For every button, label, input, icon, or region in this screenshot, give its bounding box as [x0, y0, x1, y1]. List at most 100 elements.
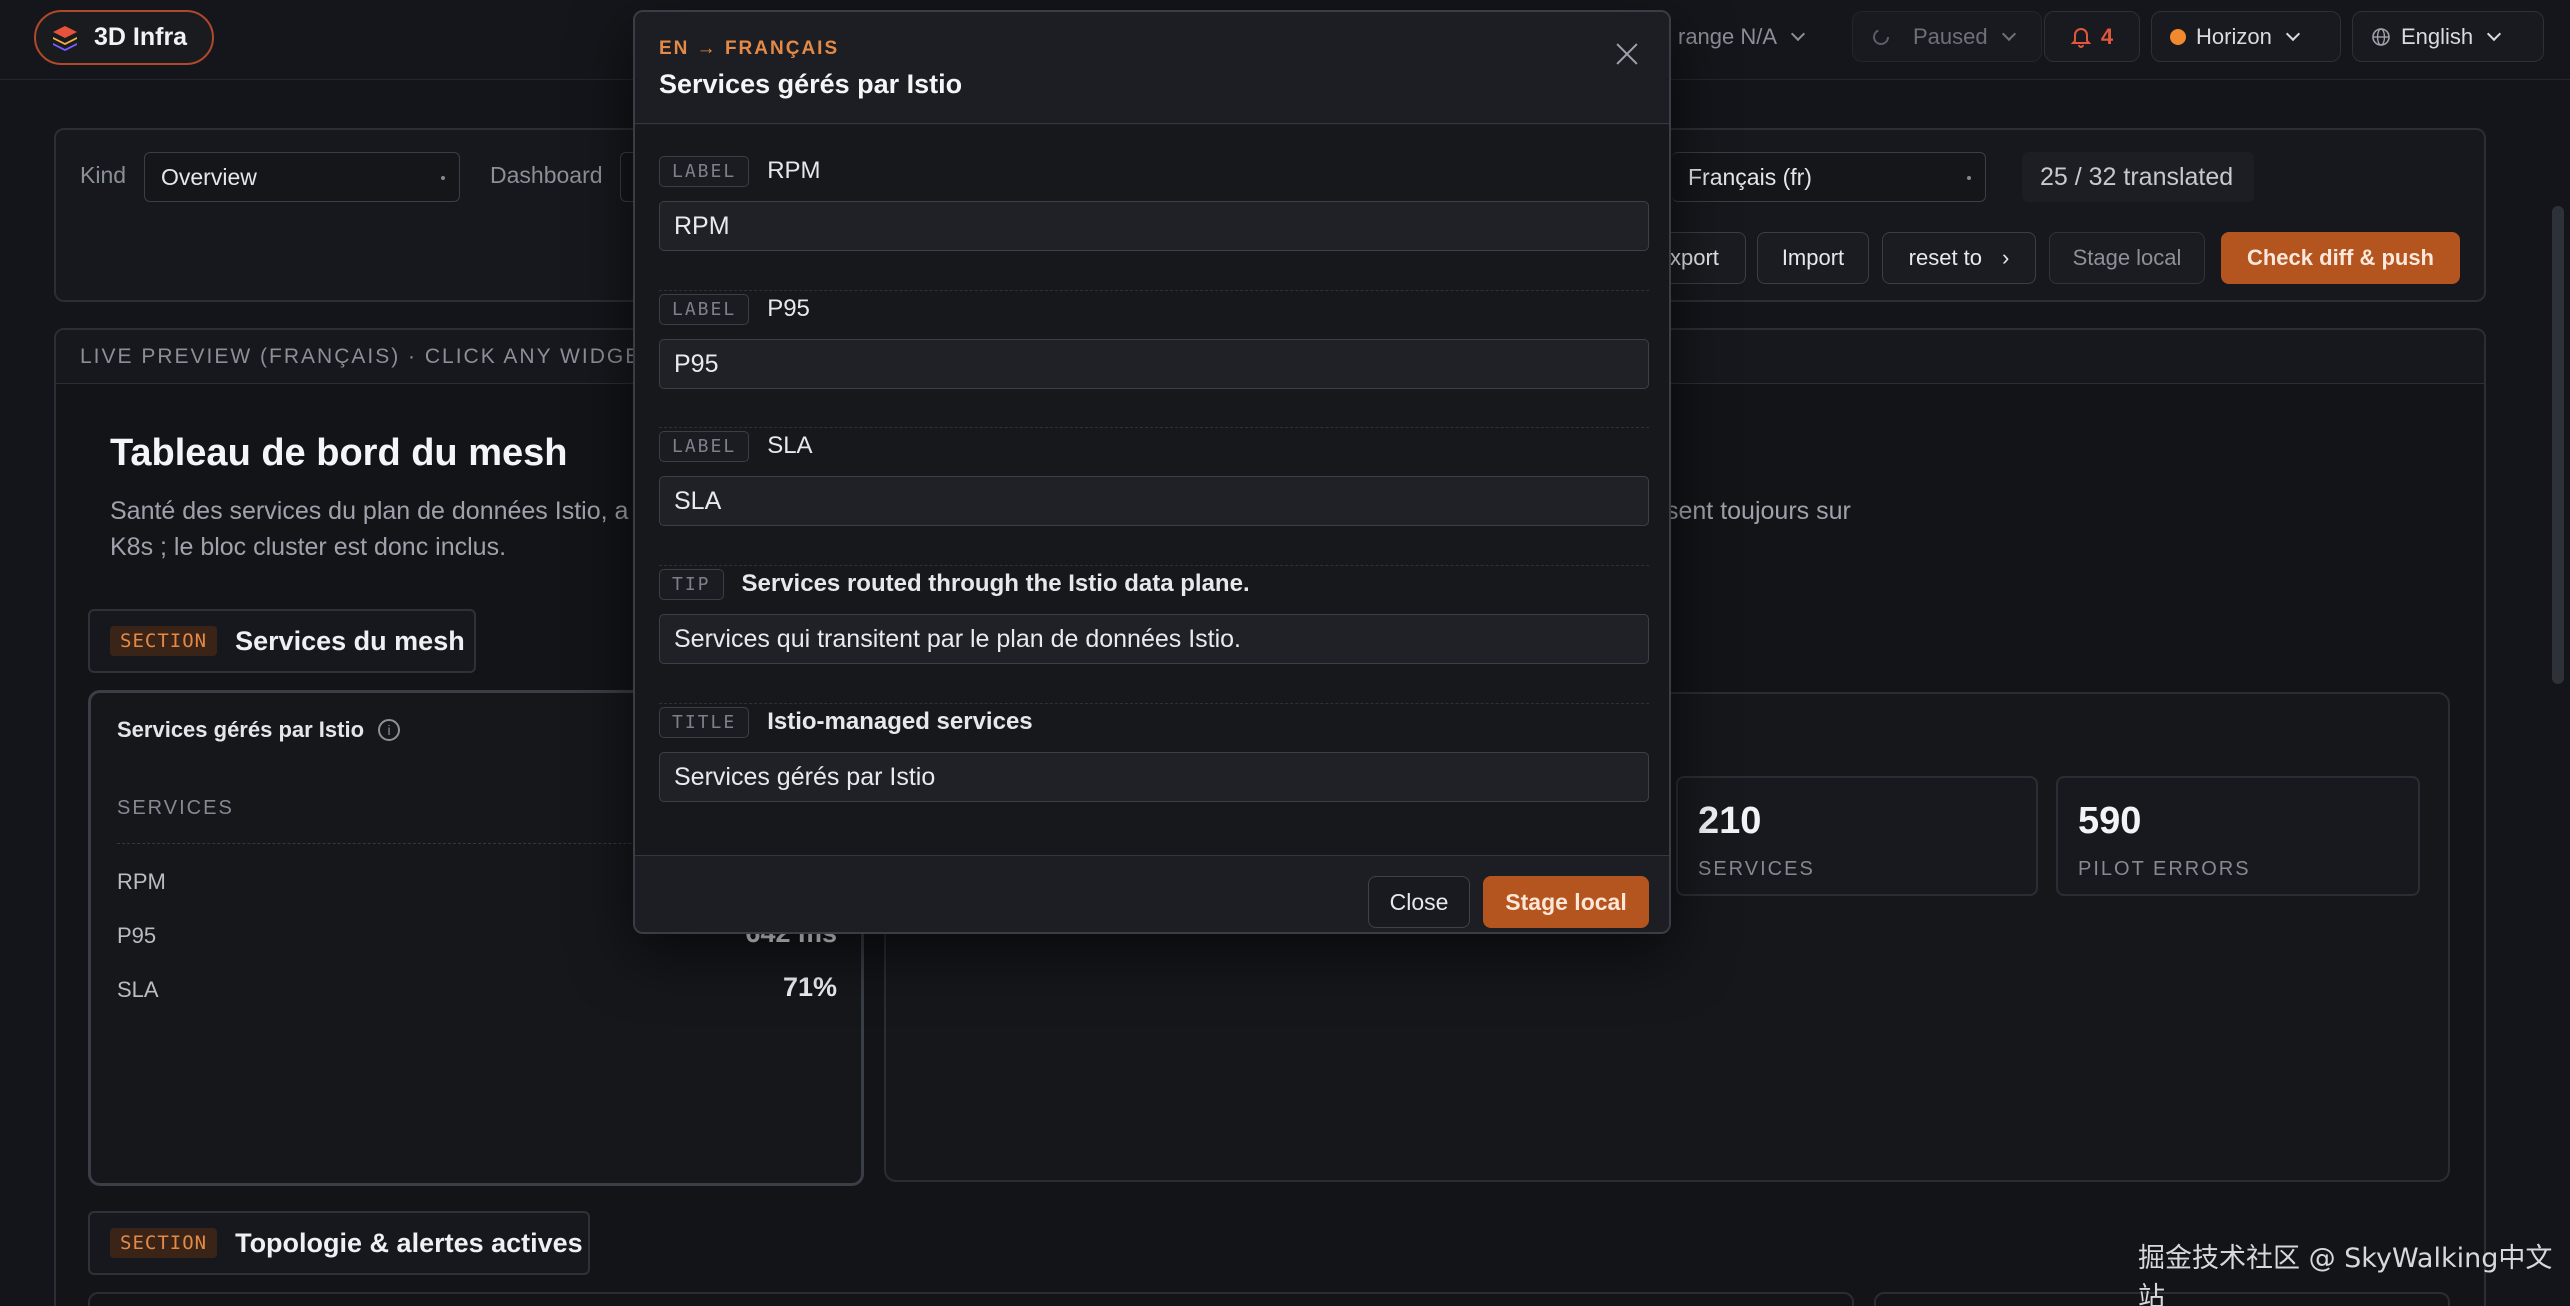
description-line1: Santé des services du plan de données Is… [110, 497, 629, 525]
stage-local-label: Stage local [1505, 888, 1627, 915]
metric-value-sla: 71% [782, 972, 837, 1002]
dashboard-label: Dashboard [490, 162, 603, 188]
import-button[interactable]: Import [1757, 232, 1869, 284]
bell-icon [2070, 27, 2091, 48]
paused-label: Paused [1913, 23, 1988, 49]
reset-label: reset to [1908, 245, 1983, 270]
field-type-chip: LABEL [659, 293, 750, 325]
refresh-toggle[interactable]: Paused [1852, 11, 2042, 62]
dialog-footer: Close Stage local [635, 855, 1669, 932]
stage-local-button[interactable]: Stage local [2049, 232, 2205, 284]
stat-caption: SERVICES [1698, 858, 1815, 880]
field-p95: LABEL P95 P95 [659, 291, 1649, 389]
close-button[interactable]: Close [1368, 876, 1470, 928]
export-label: xport [1670, 245, 1719, 270]
translated-count: 25 / 32 translated [2040, 162, 2234, 191]
field-title: TITLE Istio-managed services Services gér… [659, 704, 1649, 802]
select-dot-icon [1967, 176, 1971, 180]
stat-caption: PILOT ERRORS [2078, 858, 2251, 880]
layer-value: Horizon [2196, 23, 2272, 49]
description-line1-end: sent toujours sur [1666, 497, 1851, 525]
page-scrollbar[interactable] [2552, 206, 2564, 684]
section-topology-alerts[interactable]: SECTION Topologie & alertes actives [88, 1211, 590, 1275]
stack-logo-icon [53, 25, 77, 51]
alert-count: 4 [2100, 23, 2114, 49]
chevron-down-icon [2001, 26, 2016, 41]
stage-local-label: Stage local [2072, 245, 2182, 270]
brand-name: 3D Infra [94, 23, 188, 51]
field-source: P95 [767, 295, 810, 322]
field-type-chip: TIP [659, 568, 724, 600]
chevron-right-icon: › [2002, 245, 2010, 270]
target-language-value: Français (fr) [1688, 163, 1812, 190]
reset-to-button[interactable]: reset to › [1882, 232, 2036, 284]
kind-select[interactable]: Overview [144, 152, 460, 202]
status-dot [2170, 28, 2186, 45]
translation-input[interactable]: Services gérés par Istio [659, 752, 1649, 802]
field-type-chip: TITLE [659, 706, 750, 738]
field-rpm: LABEL RPM RPM [659, 153, 1649, 251]
language-select[interactable]: English [2352, 11, 2544, 62]
close-label: Close [1389, 888, 1449, 915]
translation-input[interactable]: RPM [659, 201, 1649, 251]
preview-header-label: LIVE PREVIEW (FRANÇAIS) · CLICK ANY WIDG… [80, 345, 657, 368]
chevron-down-icon [1790, 26, 1806, 41]
kind-label: Kind [80, 162, 127, 188]
time-range-select[interactable]: range N/A [1660, 11, 1840, 62]
metric-label-rpm: RPM [117, 869, 166, 894]
section-mesh-services[interactable]: SECTION Services du mesh [88, 609, 476, 673]
brand-button[interactable]: 3D Infra [34, 10, 214, 65]
column-header: SERVICES [117, 797, 234, 819]
metric-label-p95: P95 [117, 923, 157, 948]
stage-local-dialog-button[interactable]: Stage local [1483, 876, 1649, 928]
layer-select[interactable]: Horizon [2151, 11, 2341, 62]
dialog-header: EN → FRANÇAIS Services gérés par Istio [635, 12, 1669, 124]
translation-input[interactable]: P95 [659, 339, 1649, 389]
alerts-button[interactable]: 4 [2044, 11, 2140, 62]
target-language-select[interactable]: Français (fr) [1672, 152, 1986, 202]
section-name: Topologie & alertes actives [235, 1227, 583, 1258]
time-range-value: range N/A [1678, 23, 1778, 49]
refresh-icon [1873, 28, 1889, 45]
field-type-chip: LABEL [659, 155, 750, 187]
field-source: SLA [767, 432, 813, 459]
field-source: Istio-managed services [767, 708, 1033, 735]
stat-services[interactable]: 210 SERVICES [1676, 776, 2038, 896]
check-diff-label: Check diff & push [2246, 245, 2434, 270]
translation-input[interactable]: SLA [659, 476, 1649, 526]
section-tag: SECTION [110, 1228, 218, 1258]
field-type-chip: LABEL [659, 430, 750, 462]
metric-label-sla: SLA [117, 977, 159, 1002]
translation-dialog: EN → FRANÇAIS Services gérés par Istio L… [633, 10, 1671, 934]
section-name: Services du mesh [235, 625, 465, 656]
chevron-down-icon [2487, 26, 2502, 41]
language-value: English [2401, 23, 2474, 49]
select-dot-icon [441, 176, 445, 180]
description-line2: K8s ; le bloc cluster est donc inclus. [110, 533, 507, 561]
kind-value: Overview [161, 163, 257, 190]
dialog-kicker: EN → FRANÇAIS [659, 38, 840, 59]
check-diff-push-button[interactable]: Check diff & push [2221, 232, 2460, 284]
card-title: Services gérés par Istio [117, 717, 365, 742]
dialog-title: Services gérés par Istio [659, 69, 963, 99]
close-icon[interactable] [1609, 36, 1645, 72]
chevron-down-icon [2285, 26, 2300, 41]
info-icon[interactable]: i [378, 719, 401, 741]
translation-input[interactable]: Services qui transitent par le plan de d… [659, 614, 1649, 664]
section-tag: SECTION [110, 626, 218, 656]
watermark: 掘金技术社区 @ SkyWalking中文站 [2138, 1243, 2553, 1306]
field-sla: LABEL SLA SLA [659, 428, 1649, 526]
field-source: RPM [767, 157, 821, 184]
card-header: Services gérés par Istio i [117, 717, 401, 743]
field-tip: TIP Services routed through the Istio dat… [659, 566, 1649, 664]
dashboard-description[interactable]: Santé des services du plan de données Is… [110, 493, 628, 529]
topology-card[interactable] [88, 1292, 1854, 1306]
stat-value: 210 [1698, 800, 1762, 842]
translated-status: 25 / 32 translated [2022, 152, 2254, 202]
globe-icon [2372, 27, 2390, 46]
dialog-body: LABEL RPM RPM LABEL P95 P95 LABEL SLA SLA T… [635, 125, 1669, 855]
stat-pilot-errors[interactable]: 590 PILOT ERRORS [2056, 776, 2420, 896]
stat-value: 590 [2078, 800, 2142, 842]
import-label: Import [1781, 245, 1845, 270]
dashboard-title[interactable]: Tableau de bord du mesh [110, 432, 567, 475]
